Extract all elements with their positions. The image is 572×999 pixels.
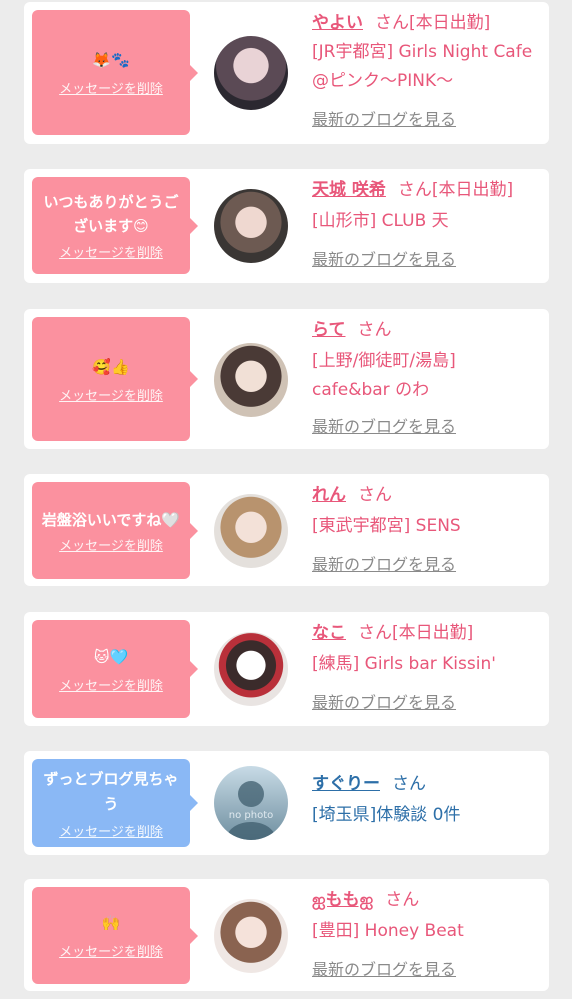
latest-blog-link[interactable]: 最新のブログを見る [312,106,456,130]
message-card: いつもありがとうございます😊 メッセージを削除 天城 咲希 さん[本日出勤] [山… [24,169,549,283]
avatar[interactable]: no photo [214,766,288,840]
honorific: さん [385,890,420,910]
user-name-link[interactable]: れん [312,485,346,505]
user-name-link[interactable]: 天城 咲希 [312,180,386,200]
user-name-link[interactable]: やよい [312,13,363,33]
message-bubble: 🙌 メッセージを削除 [32,887,198,984]
avatar[interactable] [214,189,288,263]
shop-name: [練馬] Girls bar Kissin' [312,654,496,674]
latest-blog-link[interactable]: 最新のブログを見る [312,689,456,713]
avatar[interactable] [214,632,288,706]
message-bubble: いつもありがとうございます😊 メッセージを削除 [32,177,198,274]
shop-name: [豊田] Honey Beat [312,921,464,941]
delete-message-link[interactable]: メッセージを削除 [59,78,163,97]
honorific: さん [357,320,392,340]
message-card: 🐱🩵 メッセージを削除 なこ さん[本日出勤] [練馬] Girls bar Ki… [24,612,549,726]
honorific: さん [375,13,409,33]
message-card: 岩盤浴いいですね🤍 メッセージを削除 れん さん [東武宇都宮] SENS 最新の… [24,474,549,586]
status-badge: [本日出勤] [409,13,491,33]
silhouette-icon [226,781,276,840]
status-badge: [本日出勤] [431,180,514,200]
message-text: 🦊🐾 [92,51,130,69]
avatar[interactable] [214,899,288,973]
message-bubble: 🦊🐾 メッセージを削除 [32,10,198,135]
message-text: 🐱🩵 [93,647,129,666]
honorific: さん [358,623,392,643]
latest-blog-link[interactable]: 最新のブログを見る [312,246,456,270]
status-badge: [本日出勤] [392,623,474,643]
message-bubble: 🥰👍 メッセージを削除 [32,317,198,441]
latest-blog-link[interactable]: 最新のブログを見る [312,956,456,980]
message-bubble: 🐱🩵 メッセージを削除 [32,620,198,718]
message-card: 🦊🐾 メッセージを削除 やよい さん[本日出勤] [JR宇都宮] Girls Ni… [24,2,549,144]
delete-message-link[interactable]: メッセージを削除 [59,941,163,960]
delete-message-link[interactable]: メッセージを削除 [59,821,163,840]
message-text: 🥰👍 [92,357,130,376]
message-card: 🙌 メッセージを削除 ஐももஐ さん [豊田] Honey Beat 最新のブログ… [24,879,549,991]
user-name-link[interactable]: ஐももஐ [312,890,373,910]
delete-message-link[interactable]: メッセージを削除 [59,385,163,404]
shop-name: [上野/御徒町/湯島] cafe&bar のわ [312,351,456,400]
message-card: 🥰👍 メッセージを削除 らて さん [上野/御徒町/湯島] cafe&bar のわ… [24,309,549,449]
message-bubble: ずっとブログ見ちゃう メッセージを削除 [32,759,198,847]
user-name-link[interactable]: らて [312,320,346,340]
message-text: ずっとブログ見ちゃう [43,769,179,813]
shop-name: [JR宇都宮] Girls Night Cafe @ピンク〜PINK〜 [312,42,533,91]
shop-name: [埼玉県]体験談 0件 [312,805,461,825]
honorific: さん [392,774,426,794]
latest-blog-link[interactable]: 最新のブログを見る [312,551,456,575]
no-photo-label: no photo [228,810,274,821]
honorific: さん [397,180,432,200]
message-text: 🙌 [101,914,121,932]
delete-message-link[interactable]: メッセージを削除 [59,535,163,554]
latest-blog-link[interactable]: 最新のブログを見る [312,413,456,437]
avatar[interactable] [214,343,288,417]
delete-message-link[interactable]: メッセージを削除 [59,675,163,694]
shop-name: [山形市] CLUB 天 [312,211,449,231]
user-name-link[interactable]: なこ [312,623,346,643]
message-text: いつもありがとうございます😊 [43,193,179,235]
honorific: さん [358,485,392,505]
shop-name: [東武宇都宮] SENS [312,516,461,536]
user-name-link[interactable]: すぐりー [312,774,380,794]
message-text: 岩盤浴いいですね🤍 [41,511,181,529]
message-card: ずっとブログ見ちゃう メッセージを削除 no photo すぐりー さん [埼玉県… [24,751,549,855]
message-bubble: 岩盤浴いいですね🤍 メッセージを削除 [32,482,198,579]
avatar[interactable] [214,36,288,110]
delete-message-link[interactable]: メッセージを削除 [59,242,163,261]
avatar[interactable] [214,494,288,568]
